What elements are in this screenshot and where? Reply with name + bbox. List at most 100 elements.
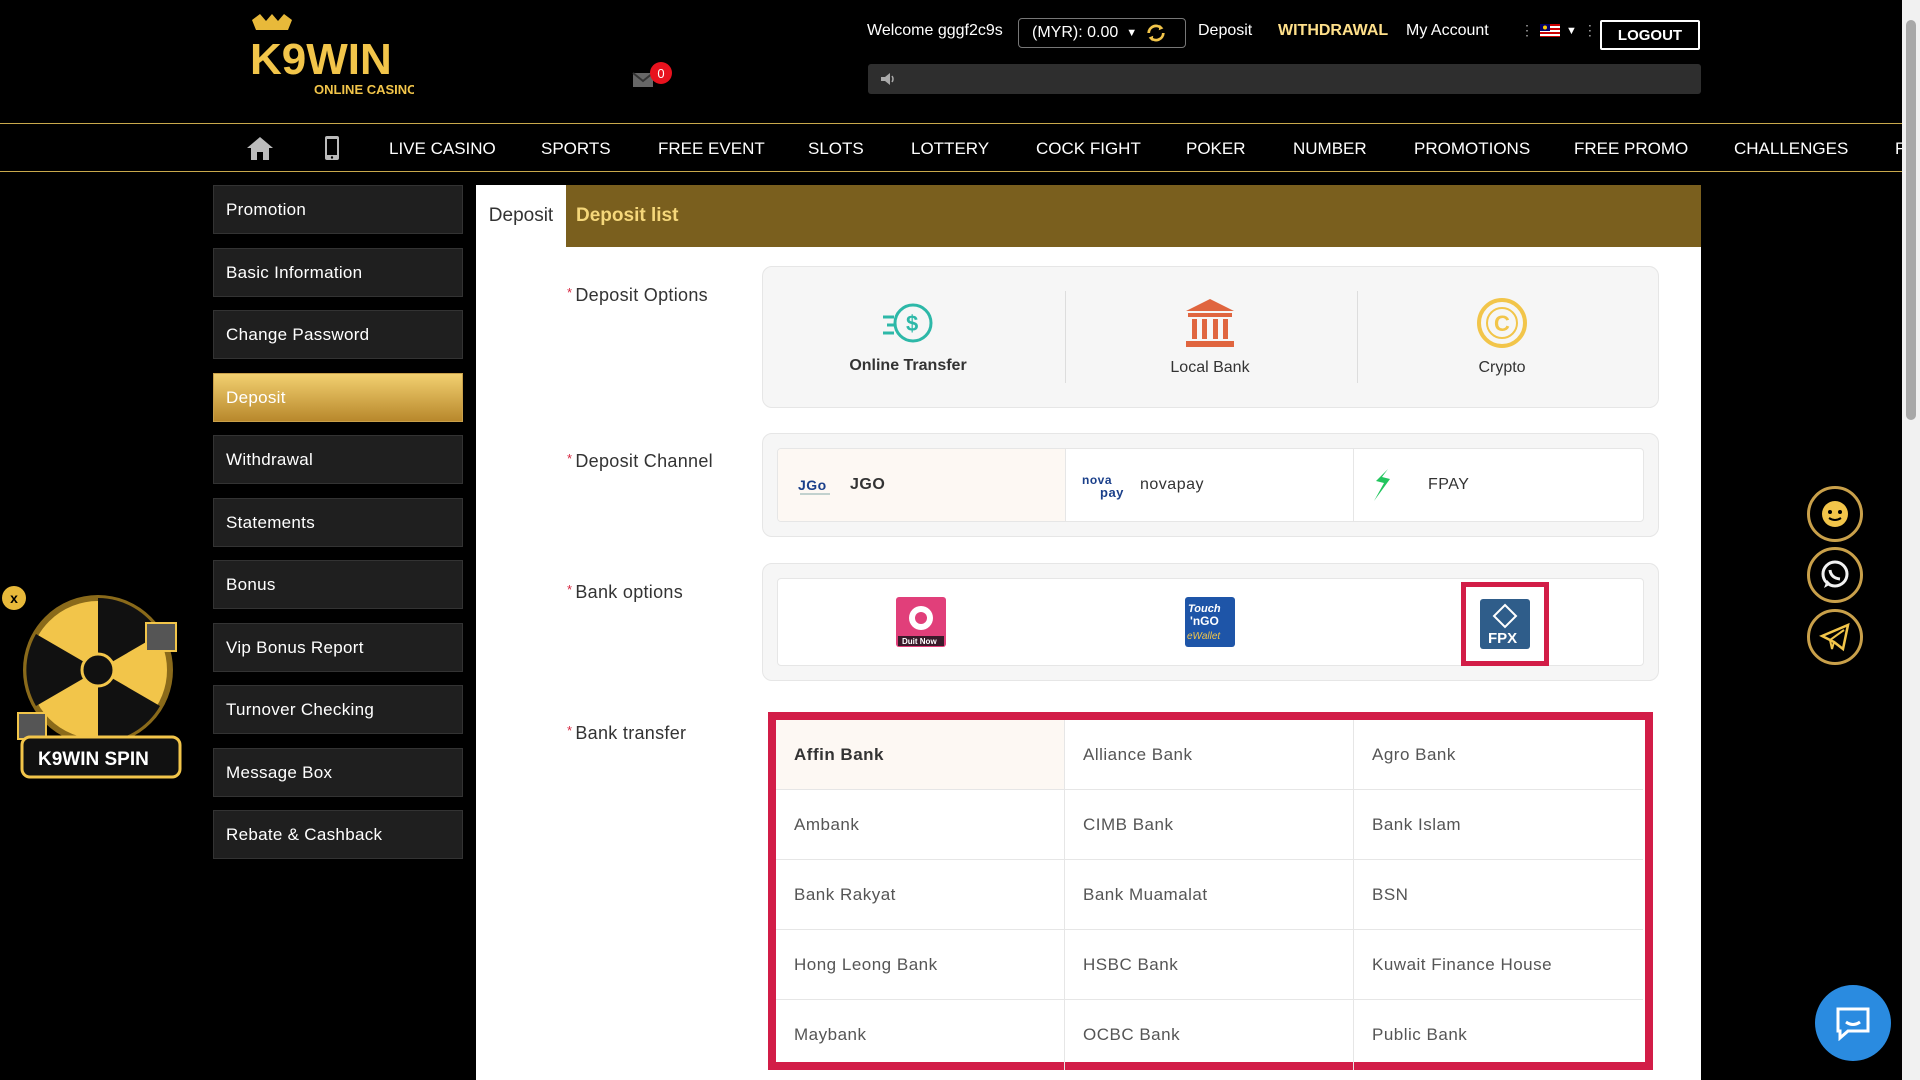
bank-public[interactable]: Public Bank [1354, 1000, 1643, 1070]
nav-lottery[interactable]: LOTTERY [911, 139, 989, 159]
bank-ocbc[interactable]: OCBC Bank [1065, 1000, 1354, 1070]
bank-hong-leong[interactable]: Hong Leong Bank [776, 930, 1065, 1000]
sidebar-item-deposit[interactable]: Deposit [213, 373, 463, 422]
option-crypto[interactable]: C Crypto [1357, 267, 1647, 407]
touch-n-go-logo[interactable]: Touch 'nGO eWallet [1185, 597, 1235, 647]
nav-free-promo[interactable]: FREE PROMO [1574, 139, 1688, 159]
sidebar-item-turnover-checking[interactable]: Turnover Checking [213, 685, 463, 734]
svg-text:$: $ [906, 311, 918, 336]
nav-live-casino[interactable]: LIVE CASINO [389, 139, 496, 159]
option-label: Online Transfer [849, 357, 967, 374]
deposit-channel-panel: JGo JGO nova pay novapay FPAY [762, 433, 1659, 537]
logo-text: K9WIN [250, 35, 392, 84]
spin-close-button[interactable]: x [2, 586, 26, 610]
telegram-button[interactable] [1807, 609, 1863, 665]
channel-label: FPAY [1428, 476, 1470, 493]
sidebar-item-bonus[interactable]: Bonus [213, 560, 463, 609]
channel-novapay[interactable]: nova pay novapay [1066, 449, 1354, 521]
deposit-panel: Deposit Deposit list * Deposit Options $ … [476, 185, 1701, 1080]
bank-affin[interactable]: Affin Bank [776, 720, 1065, 790]
refresh-icon[interactable] [1145, 22, 1167, 44]
tab-deposit[interactable]: Deposit [476, 185, 566, 247]
sidebar-item-rebate-cashback[interactable]: Rebate & Cashback [213, 810, 463, 859]
customer-service-button[interactable] [1807, 486, 1863, 542]
nav-challenges[interactable]: CHALLENGES [1734, 139, 1848, 159]
bank-hsbc[interactable]: HSBC Bank [1065, 930, 1354, 1000]
tng-logo-mid: 'nGO [1190, 614, 1219, 628]
bank-muamalat[interactable]: Bank Muamalat [1065, 860, 1354, 930]
crypto-coin-icon: C [1477, 298, 1527, 348]
deposit-options-panel: $ Online Transfer Local Bank C Crypto [762, 266, 1659, 408]
welcome-text: Welcome gggf2c9s [867, 22, 1003, 39]
duitnow-logo-text: Duit Now [902, 637, 937, 646]
sidebar-item-basic-information[interactable]: Basic Information [213, 248, 463, 297]
support-agent-icon [1822, 501, 1848, 527]
bank-maybank[interactable]: Maybank [776, 1000, 1065, 1070]
logo-subtext: ONLINE CASINO [314, 82, 414, 97]
nav-poker[interactable]: POKER [1186, 139, 1246, 159]
sidebar-item-change-password[interactable]: Change Password [213, 310, 463, 359]
nav-cock-fight[interactable]: COCK FIGHT [1036, 139, 1141, 159]
svg-text:C: C [1494, 311, 1510, 336]
tab-deposit-list[interactable]: Deposit list [576, 185, 678, 247]
nav-sports[interactable]: SPORTS [541, 139, 611, 159]
channel-fpay[interactable]: FPAY [1354, 449, 1643, 521]
language-selector[interactable]: ⋮ ▼ ⋮ [1520, 22, 1597, 39]
bank-alliance[interactable]: Alliance Bank [1065, 720, 1354, 790]
fpx-option-selected[interactable]: FPX [1461, 582, 1549, 666]
sidebar-item-promotion[interactable]: Promotion [213, 185, 463, 234]
separator-dots: ⋮ [1582, 22, 1597, 38]
k9win-spin-widget[interactable]: K9WIN SPIN [6, 585, 186, 790]
mobile-icon[interactable] [324, 135, 340, 161]
channel-label: novapay [1140, 476, 1204, 493]
bank-kuwait-finance-house[interactable]: Kuwait Finance House [1354, 930, 1643, 1000]
bank-transfer-list: Affin Bank Alliance Bank Agro Bank Amban… [768, 712, 1653, 1070]
option-online-transfer[interactable]: $ Online Transfer [763, 267, 1053, 407]
tab-bar: Deposit Deposit list [476, 185, 1701, 247]
nav-more[interactable]: F [1895, 139, 1902, 159]
balance-dropdown[interactable]: (MYR): 0.00 ▼ [1018, 18, 1186, 48]
telegram-icon [1819, 622, 1850, 652]
mail-count-badge: 0 [650, 62, 672, 84]
option-label: Local Bank [1170, 359, 1250, 376]
bank-ambank[interactable]: Ambank [776, 790, 1065, 860]
whatsapp-button[interactable] [1807, 547, 1863, 603]
spin-label: K9WIN SPIN [38, 749, 149, 770]
nav-free-event[interactable]: FREE EVENT [658, 139, 765, 159]
live-chat-button[interactable] [1815, 985, 1891, 1061]
logout-button[interactable]: LOGOUT [1600, 20, 1700, 50]
deposit-channel-label: * Deposit Channel [567, 451, 713, 471]
nav-promotions[interactable]: PROMOTIONS [1414, 139, 1530, 159]
bank-transfer-label: * Bank transfer [567, 723, 687, 743]
novapay-logo-icon: nova pay [1082, 473, 1124, 500]
bank-options-label: * Bank options [567, 582, 684, 602]
site-header: K9WIN ONLINE CASINO Welcome gggf2c9s (MY… [0, 0, 1902, 124]
my-account-link[interactable]: My Account [1406, 22, 1489, 40]
option-local-bank[interactable]: Local Bank [1065, 267, 1355, 407]
whatsapp-icon [1821, 560, 1849, 588]
announcement-marquee [868, 64, 1701, 94]
fpx-logo: FPX [1480, 599, 1530, 649]
channel-list: JGo JGO nova pay novapay FPAY [777, 448, 1644, 522]
nav-number[interactable]: NUMBER [1293, 139, 1367, 159]
sidebar-item-vip-bonus-report[interactable]: Vip Bonus Report [213, 623, 463, 672]
page-scrollbar[interactable] [1902, 0, 1920, 1080]
deposit-link[interactable]: Deposit [1198, 22, 1252, 40]
withdrawal-link[interactable]: WITHDRAWAL [1278, 22, 1388, 40]
bank-islam[interactable]: Bank Islam [1354, 790, 1643, 860]
sidebar-item-message-box[interactable]: Message Box [213, 748, 463, 797]
sidebar-item-statements[interactable]: Statements [213, 498, 463, 547]
bank-bsn[interactable]: BSN [1354, 860, 1643, 930]
k9win-logo[interactable]: K9WIN ONLINE CASINO [246, 12, 414, 106]
bank-rakyat[interactable]: Bank Rakyat [776, 860, 1065, 930]
main-navigation: LIVE CASINO SPORTS FREE EVENT SLOTS LOTT… [0, 123, 1902, 172]
home-icon[interactable] [245, 135, 275, 161]
duitnow-logo[interactable]: Duit Now [896, 597, 946, 647]
channel-jgo[interactable]: JGo JGO [778, 449, 1066, 521]
scrollbar-thumb[interactable] [1906, 20, 1916, 420]
bank-cimb[interactable]: CIMB Bank [1065, 790, 1354, 860]
bank-agro[interactable]: Agro Bank [1354, 720, 1643, 790]
nav-slots[interactable]: SLOTS [808, 139, 864, 159]
separator-dots: ⋮ [1520, 22, 1534, 38]
sidebar-item-withdrawal[interactable]: Withdrawal [213, 435, 463, 484]
